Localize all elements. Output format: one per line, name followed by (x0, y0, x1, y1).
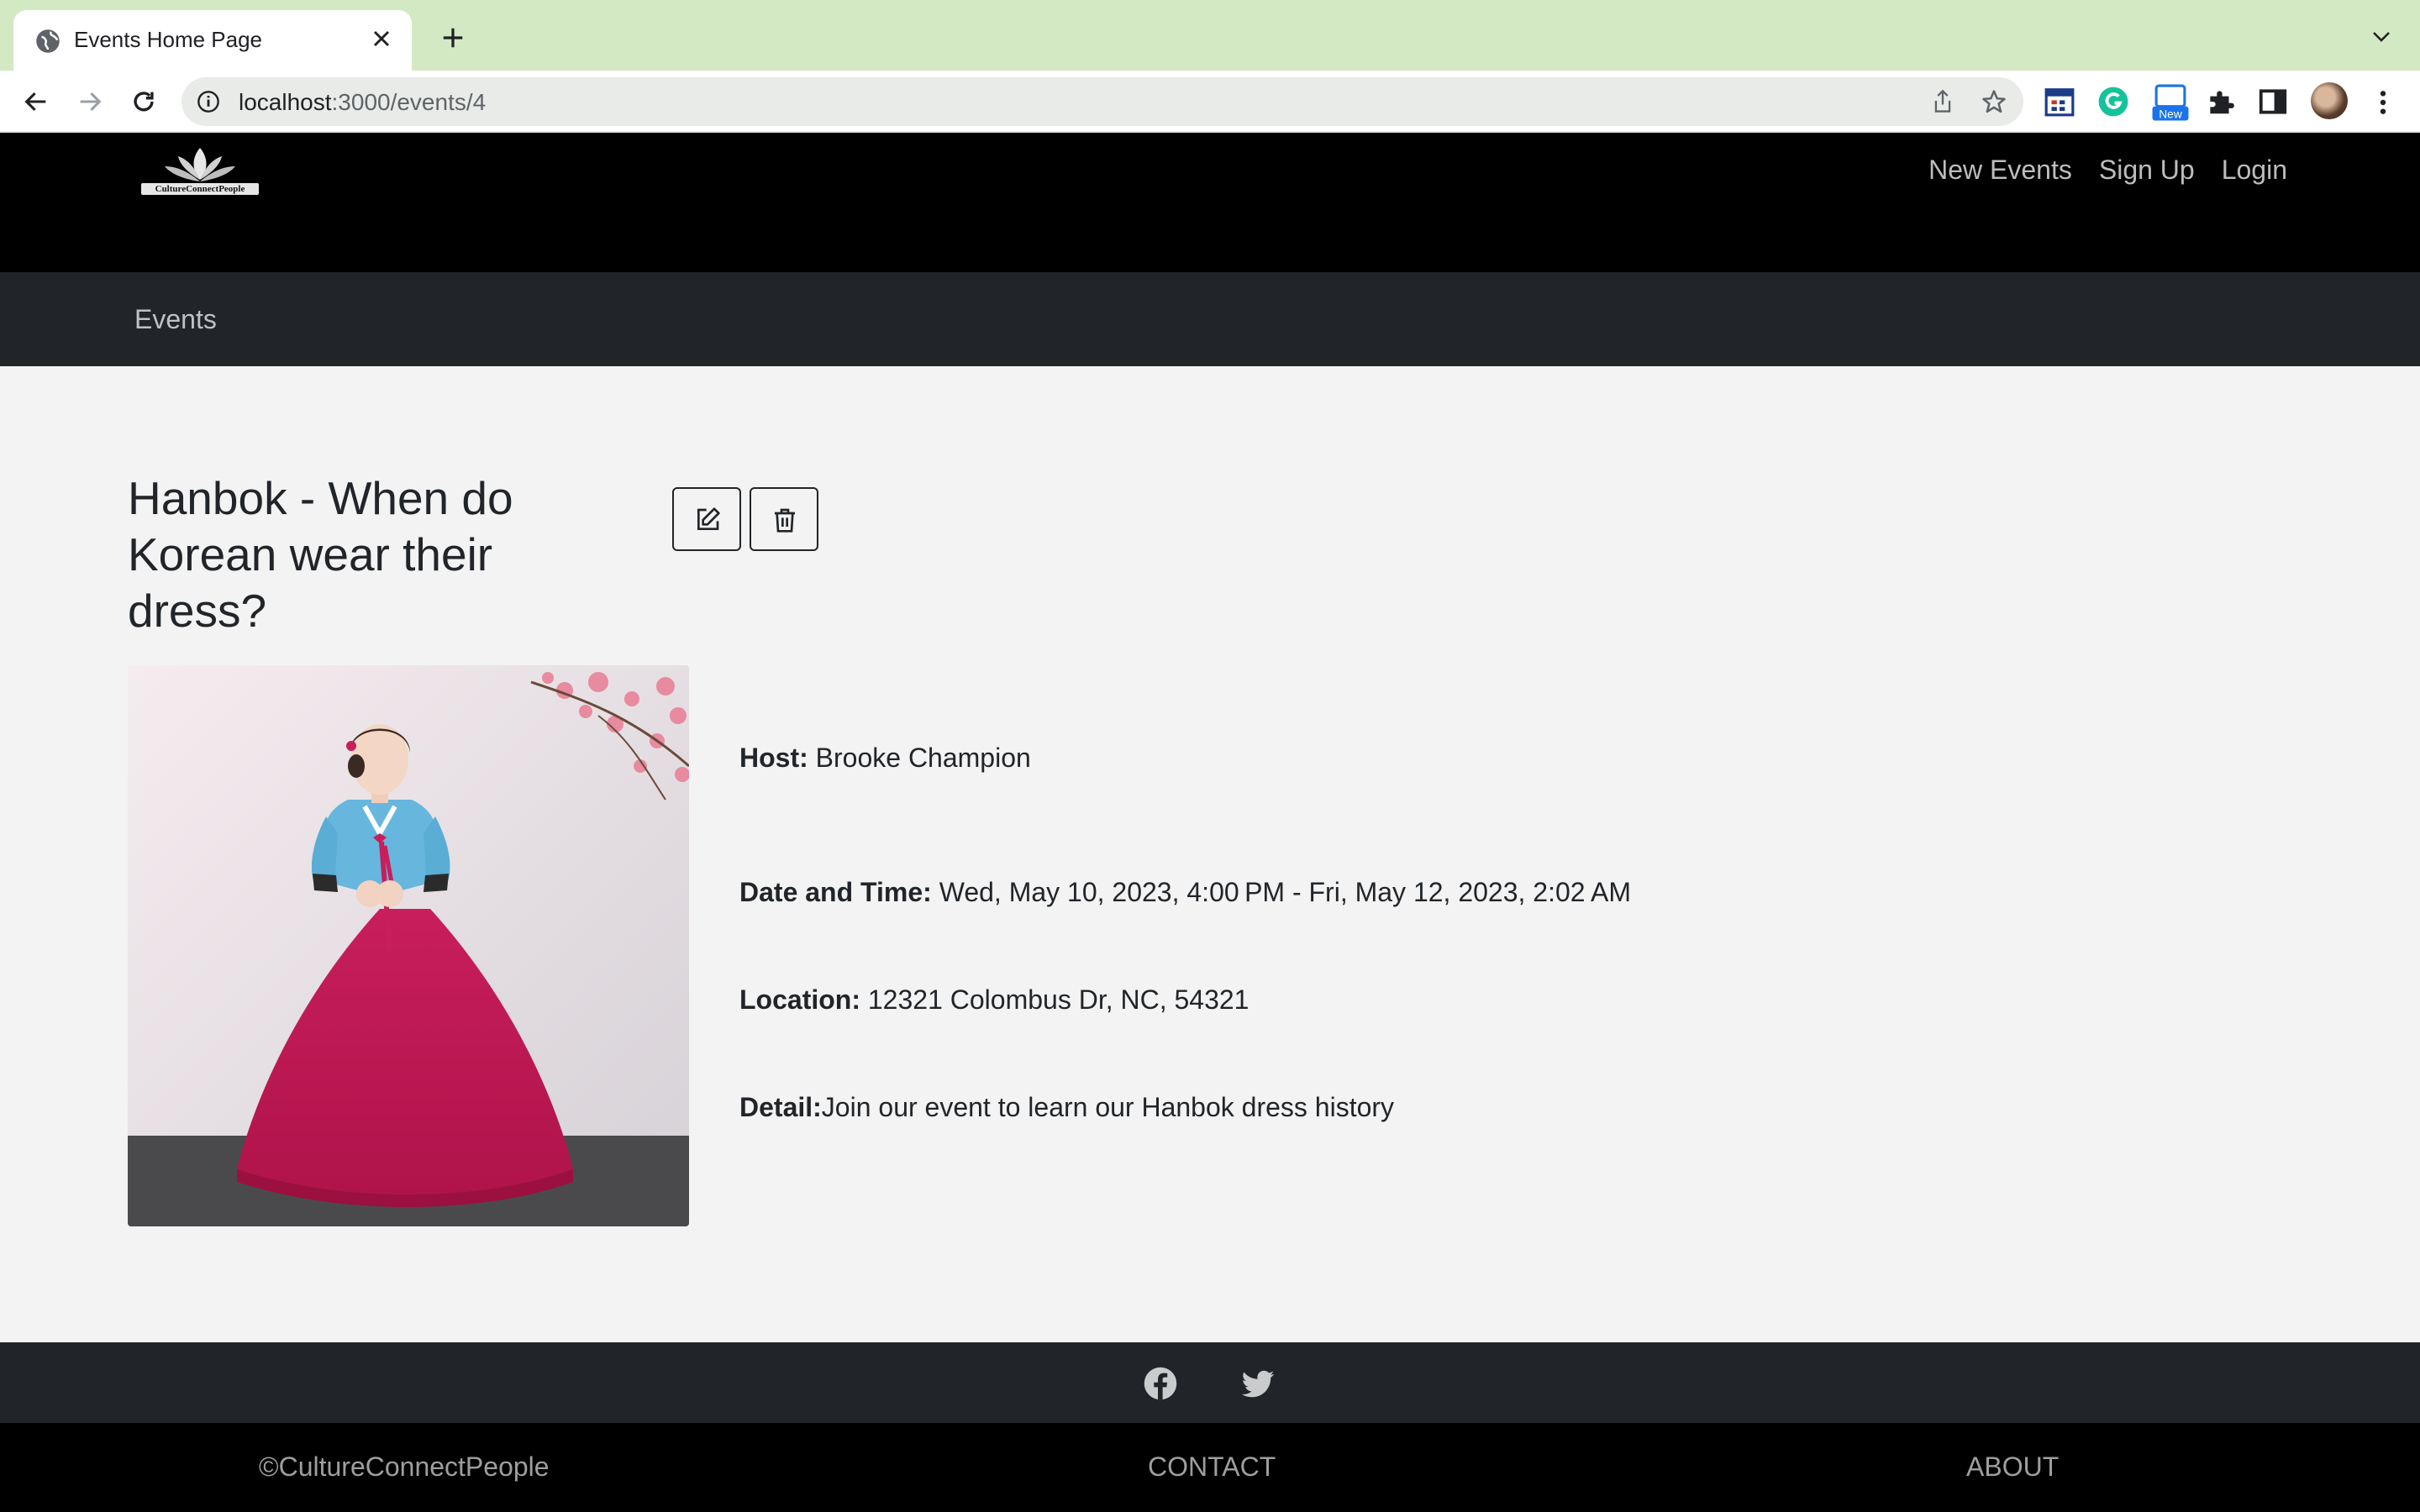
location-label: Location: (739, 984, 860, 1015)
footer-contact-link[interactable]: CONTACT (1148, 1452, 1276, 1483)
share-icon[interactable] (1931, 89, 1954, 114)
url-path: :3000/events/4 (331, 89, 487, 115)
back-arrow-icon[interactable] (22, 87, 50, 116)
profile-avatar[interactable] (2311, 82, 2348, 119)
detail-value: Join our event to learn our Hanbok dress… (821, 1092, 1395, 1122)
calendar-extension-icon[interactable] (2044, 86, 2075, 118)
chevron-down-icon[interactable] (2371, 30, 2391, 44)
delete-event-button[interactable] (750, 487, 818, 551)
datetime-value: Wed, May 10, 2023, 4:00 PM - Fri, May 12… (931, 877, 1631, 907)
events-subnav: Events (0, 272, 2420, 366)
trash-icon (775, 508, 795, 533)
browser-tab-strip: Events Home Page (0, 0, 2420, 71)
browser-toolbar: localhost:3000/events/4 New (0, 71, 2420, 133)
nav-link-login[interactable]: Login (2222, 155, 2287, 186)
new-tab-icon[interactable] (440, 25, 466, 50)
footer-social-bar (0, 1342, 2420, 1423)
event-detail: Detail:Join our event to learn our Hanbo… (739, 1092, 1394, 1123)
edit-event-button[interactable] (672, 487, 741, 551)
location-value: 12321 Colombus Dr, NC, 54321 (860, 984, 1249, 1015)
puzzle-icon[interactable] (2205, 86, 2237, 118)
footer-about-link[interactable]: ABOUT (1966, 1452, 2059, 1483)
new-extension-icon[interactable]: New (2151, 82, 2190, 123)
url-text: localhost:3000/events/4 (239, 89, 486, 116)
detail-label: Detail: (739, 1092, 822, 1122)
event-datetime: Date and Time: Wed, May 10, 2023, 4:00 P… (739, 877, 1631, 908)
side-panel-icon[interactable] (2257, 86, 2289, 118)
site-info-icon[interactable] (197, 90, 220, 113)
footer-bottom-bar: ©CultureConnectPeople CONTACT ABOUT (0, 1423, 2420, 1512)
tab-title: Events Home Page (74, 27, 263, 52)
globe-icon (36, 29, 60, 53)
footer-copyright: ©CultureConnectPeople (259, 1452, 550, 1482)
browser-menu-icon[interactable] (2375, 89, 2391, 116)
forward-arrow-icon[interactable] (76, 87, 104, 116)
event-title: Hanbok - When do Korean wear their dress… (128, 472, 513, 637)
site-nav-links: New Events Sign Up Login (1928, 155, 2287, 186)
site-navbar: CultureConnectPeople New Events Sign Up … (0, 133, 2420, 272)
event-location: Location: 12321 Colombus Dr, NC, 54321 (739, 984, 1249, 1016)
nav-link-sign-up[interactable]: Sign Up (2099, 155, 2195, 186)
hanbok-photo (128, 665, 689, 1226)
event-image (128, 665, 689, 1226)
extension-badge: New (2159, 108, 2182, 120)
grammarly-icon[interactable] (2097, 86, 2129, 118)
address-bar[interactable]: localhost:3000/events/4 (182, 77, 2023, 126)
event-host: Host: Brooke Champion (739, 743, 1031, 774)
edit-icon (697, 507, 720, 530)
browser-tab[interactable]: Events Home Page (13, 10, 412, 71)
site-logo[interactable]: CultureConnectPeople (141, 143, 259, 203)
url-host: localhost (239, 89, 332, 115)
bookmark-star-icon[interactable] (1981, 89, 2007, 114)
host-label: Host: (739, 743, 808, 773)
datetime-label: Date and Time: (739, 877, 932, 907)
close-tab-icon[interactable] (368, 25, 395, 52)
twitter-icon[interactable] (1240, 1366, 1276, 1401)
subnav-link-events[interactable]: Events (134, 304, 217, 335)
page-root: Events Home Page localhost:3000/events/4… (0, 0, 2420, 1512)
host-value: Brooke Champion (808, 743, 1031, 773)
logo-text: CultureConnectPeople (141, 183, 259, 195)
reload-icon[interactable] (129, 87, 158, 116)
facebook-icon[interactable] (1143, 1366, 1178, 1401)
nav-link-new-events[interactable]: New Events (1928, 155, 2072, 186)
